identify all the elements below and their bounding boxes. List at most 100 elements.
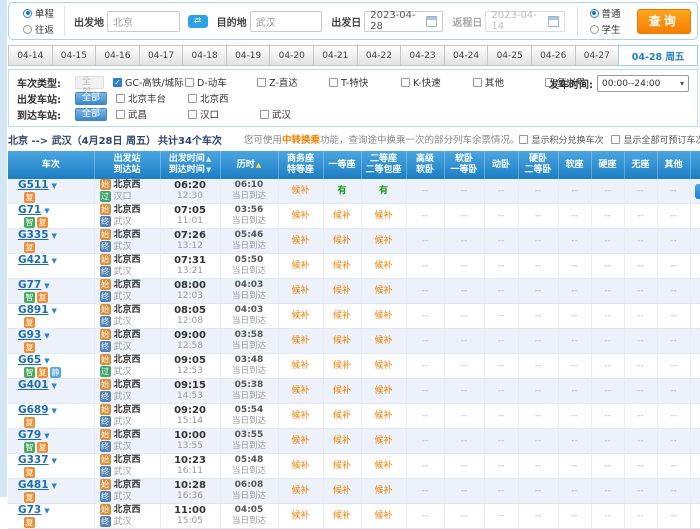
waitlist-label[interactable]: 候补 xyxy=(374,486,392,496)
waitlist-label[interactable]: 候补 xyxy=(374,436,392,446)
waitlist-label[interactable]: 候补 xyxy=(291,461,309,471)
waitlist-label[interactable]: 候补 xyxy=(374,411,392,421)
train-number-link[interactable]: G93 xyxy=(18,329,41,341)
toggle-points-exchange[interactable]: 显示积分兑换车次 xyxy=(519,133,603,146)
waitlist-label[interactable]: 候补 xyxy=(374,261,392,271)
filter-option[interactable]: 武昌 xyxy=(116,107,180,121)
chevron-down-icon[interactable]: ▼ xyxy=(44,432,49,440)
waitlist-label[interactable]: 候补 xyxy=(333,236,351,246)
filter-all-button[interactable]: 全部 xyxy=(75,76,104,89)
date-tab[interactable]: 04-26 xyxy=(531,45,576,66)
waitlist-label[interactable]: 候补 xyxy=(333,411,351,421)
waitlist-label[interactable]: 候补 xyxy=(291,186,309,196)
waitlist-label[interactable]: 候补 xyxy=(291,286,309,296)
waitlist-label[interactable]: 候补 xyxy=(291,261,309,271)
column-header[interactable]: 二等座二等包座 xyxy=(361,151,406,179)
column-header[interactable]: 出发时间▲到达时间▼ xyxy=(160,151,220,179)
trip-round-radio[interactable]: 往返 xyxy=(23,22,54,36)
train-number-link[interactable]: G891 xyxy=(18,304,49,316)
transfer-link[interactable]: 中转换乘 xyxy=(282,135,320,146)
waitlist-label[interactable]: 候补 xyxy=(374,461,392,471)
passenger-student-radio[interactable]: 学生 xyxy=(590,22,621,36)
waitlist-label[interactable]: 候补 xyxy=(374,361,392,371)
chevron-down-icon[interactable]: ▼ xyxy=(52,257,57,265)
depart-time-select[interactable]: 00:00--24:00 ▾ xyxy=(597,75,689,92)
column-header[interactable]: 软卧一等卧 xyxy=(444,151,484,179)
train-number-link[interactable]: G511 xyxy=(18,179,49,191)
waitlist-label[interactable]: 候补 xyxy=(291,336,309,346)
column-header[interactable]: 硬座 xyxy=(591,151,624,179)
waitlist-label[interactable]: 候补 xyxy=(374,311,392,321)
chevron-down-icon[interactable]: ▼ xyxy=(44,357,49,365)
available-label[interactable]: 有 xyxy=(379,186,388,196)
waitlist-label[interactable]: 候补 xyxy=(291,511,309,521)
chevron-down-icon[interactable]: ▼ xyxy=(52,307,57,315)
column-header[interactable]: 无座 xyxy=(624,151,657,179)
to-input[interactable]: 武汉 xyxy=(250,11,323,32)
waitlist-label[interactable]: 候补 xyxy=(291,361,309,371)
waitlist-label[interactable]: 候补 xyxy=(333,436,351,446)
book-button[interactable]: 预订 xyxy=(695,184,700,199)
chevron-down-icon[interactable]: ▼ xyxy=(52,482,57,490)
chevron-down-icon[interactable]: ▼ xyxy=(52,382,57,390)
filter-option[interactable]: 汉口 xyxy=(188,107,252,121)
date-tab[interactable]: 04-24 xyxy=(444,45,489,66)
waitlist-label[interactable]: 候补 xyxy=(291,211,309,221)
waitlist-label[interactable]: 候补 xyxy=(374,386,392,396)
date-tab[interactable]: 04-21 xyxy=(313,45,358,66)
filter-option[interactable]: 北京西 xyxy=(188,91,252,105)
waitlist-label[interactable]: 候补 xyxy=(374,511,392,521)
filter-option[interactable]: 其他 xyxy=(473,75,537,89)
waitlist-label[interactable]: 候补 xyxy=(333,286,351,296)
available-label[interactable]: 有 xyxy=(337,186,346,196)
waitlist-label[interactable]: 候补 xyxy=(374,336,392,346)
filter-option[interactable]: K-快速 xyxy=(401,75,465,89)
chevron-down-icon[interactable]: ▼ xyxy=(44,282,49,290)
waitlist-label[interactable]: 候补 xyxy=(374,211,392,221)
filter-option[interactable]: GC-高铁/城际 xyxy=(113,75,177,89)
train-number-link[interactable]: G65 xyxy=(18,354,41,366)
depart-date-input[interactable]: 2023-04-28 xyxy=(364,11,443,32)
train-number-link[interactable]: G71 xyxy=(18,204,41,216)
filter-option[interactable]: D-动车 xyxy=(185,75,249,89)
filter-option[interactable]: 武汉 xyxy=(260,107,324,121)
filter-option[interactable]: Z-直达 xyxy=(257,75,321,89)
filter-option[interactable]: T-特快 xyxy=(329,75,393,89)
waitlist-label[interactable]: 候补 xyxy=(333,361,351,371)
waitlist-label[interactable]: 候补 xyxy=(291,436,309,446)
date-tab[interactable]: 04-16 xyxy=(95,45,140,66)
column-header[interactable]: 高级软卧 xyxy=(406,151,444,179)
waitlist-label[interactable]: 候补 xyxy=(333,511,351,521)
waitlist-label[interactable]: 候补 xyxy=(374,286,392,296)
chevron-down-icon[interactable]: ▼ xyxy=(52,232,57,240)
waitlist-label[interactable]: 候补 xyxy=(333,461,351,471)
waitlist-label[interactable]: 候补 xyxy=(333,311,351,321)
filter-option[interactable]: 北京丰台 xyxy=(116,91,180,105)
waitlist-label[interactable]: 候补 xyxy=(291,236,309,246)
waitlist-label[interactable]: 候补 xyxy=(333,336,351,346)
waitlist-label[interactable]: 候补 xyxy=(291,311,309,321)
waitlist-label[interactable]: 候补 xyxy=(333,486,351,496)
waitlist-label[interactable]: 候补 xyxy=(291,386,309,396)
sort-arrow-icon[interactable]: ▲ xyxy=(256,161,261,169)
train-number-link[interactable]: G689 xyxy=(18,404,49,416)
date-tab[interactable]: 04-18 xyxy=(182,45,227,66)
column-header[interactable]: 软座 xyxy=(558,151,591,179)
sort-arrow-icon[interactable]: ▼ xyxy=(206,166,211,174)
return-date-input[interactable]: 2023-04-14 xyxy=(485,11,564,32)
column-header[interactable]: 硬卧二等卧 xyxy=(518,151,558,179)
column-header[interactable]: 历时▲ xyxy=(220,151,278,179)
waitlist-label[interactable]: 候补 xyxy=(291,411,309,421)
column-header[interactable]: 备注 xyxy=(690,151,700,179)
passenger-normal-radio[interactable]: 普通 xyxy=(590,6,621,20)
waitlist-label[interactable]: 候补 xyxy=(333,261,351,271)
column-header[interactable]: 商务座特等座 xyxy=(278,151,323,179)
waitlist-label[interactable]: 候补 xyxy=(374,236,392,246)
query-button[interactable]: 查询 xyxy=(637,9,691,34)
filter-all-button[interactable]: 全部 xyxy=(75,92,107,105)
chevron-down-icon[interactable]: ▼ xyxy=(44,507,49,515)
train-number-link[interactable]: G335 xyxy=(18,229,49,241)
train-number-link[interactable]: G421 xyxy=(18,254,49,266)
column-header[interactable]: 动卧 xyxy=(484,151,518,179)
train-number-link[interactable]: G337 xyxy=(18,454,49,466)
